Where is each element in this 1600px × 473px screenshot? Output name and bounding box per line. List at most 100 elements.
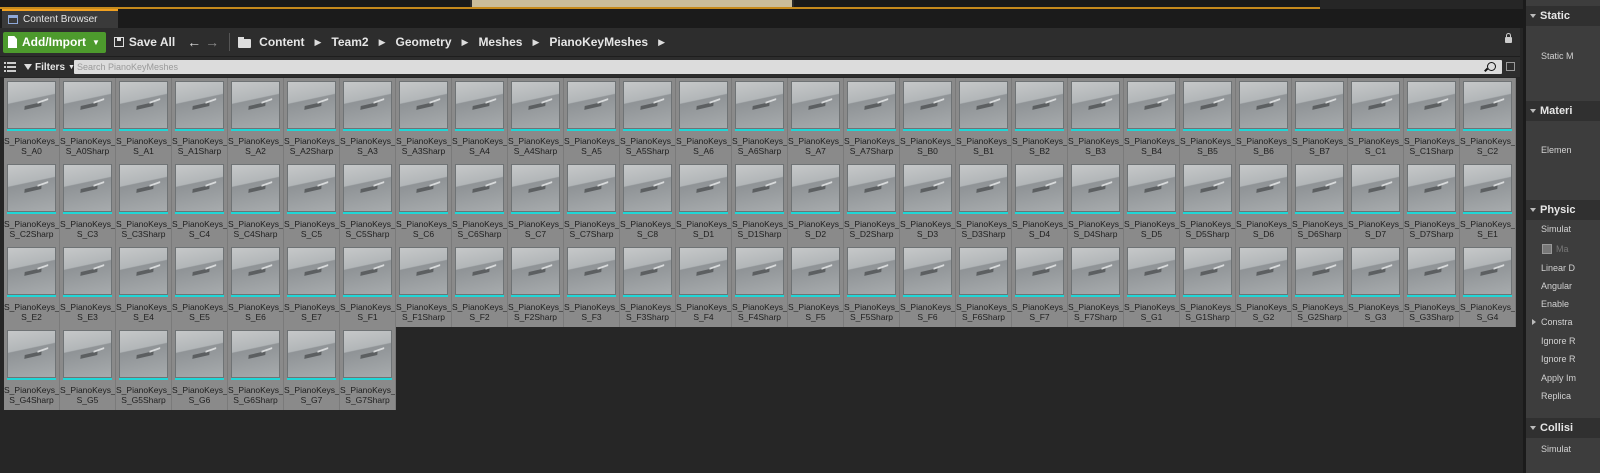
asset-tile[interactable]: S_PianoKeys_ S_F7	[1012, 244, 1068, 327]
asset-tile[interactable]: S_PianoKeys_ S_D5Sharp	[1180, 161, 1236, 244]
search-input[interactable]	[77, 60, 1467, 74]
asset-tile[interactable]: S_PianoKeys_ S_A3	[340, 78, 396, 161]
asset-tile[interactable]: S_PianoKeys_ S_A2	[228, 78, 284, 161]
add-import-button[interactable]: Add/Import ▼	[3, 31, 106, 53]
details-section-collision[interactable]: Collisi	[1526, 418, 1600, 438]
asset-tile[interactable]: S_PianoKeys_ S_A5Sharp	[620, 78, 676, 161]
asset-tile[interactable]: S_PianoKeys_ S_C4Sharp	[228, 161, 284, 244]
asset-tile[interactable]: S_PianoKeys_ S_C1Sharp	[1404, 78, 1460, 161]
breadcrumb-separator-icon[interactable]: ▶	[532, 37, 539, 48]
breadcrumb-separator-icon[interactable]: ▶	[462, 37, 469, 48]
asset-tile[interactable]: S_PianoKeys_ S_A0Sharp	[60, 78, 116, 161]
forward-arrow-icon[interactable]: →	[205, 34, 219, 50]
asset-tile[interactable]: S_PianoKeys_ S_F2Sharp	[508, 244, 564, 327]
breadcrumb-item[interactable]: PianoKeyMeshes	[549, 35, 648, 49]
asset-tile[interactable]: S_PianoKeys_ S_D6Sharp	[1292, 161, 1348, 244]
asset-tile[interactable]: S_PianoKeys_ S_D7	[1348, 161, 1404, 244]
asset-tile[interactable]: S_PianoKeys_ S_G4	[1460, 244, 1516, 327]
asset-tile[interactable]: S_PianoKeys_ S_D1	[676, 161, 732, 244]
asset-tile[interactable]: S_PianoKeys_ S_G6Sharp	[228, 327, 284, 410]
asset-tile[interactable]: S_PianoKeys_ S_D5	[1124, 161, 1180, 244]
asset-tile[interactable]: S_PianoKeys_ S_A0	[4, 78, 60, 161]
asset-tile[interactable]: S_PianoKeys_ S_F6	[900, 244, 956, 327]
asset-tile[interactable]: S_PianoKeys_ S_C4	[172, 161, 228, 244]
asset-tile[interactable]: S_PianoKeys_ S_F3	[564, 244, 620, 327]
breadcrumb-separator-icon[interactable]: ▶	[379, 37, 386, 48]
asset-tile[interactable]: S_PianoKeys_ S_B6	[1236, 78, 1292, 161]
asset-tile[interactable]: S_PianoKeys_ S_E4	[116, 244, 172, 327]
asset-tile[interactable]: S_PianoKeys_ S_G3	[1348, 244, 1404, 327]
asset-tile[interactable]: S_PianoKeys_ S_G4Sharp	[4, 327, 60, 410]
asset-tile[interactable]: S_PianoKeys_ S_F6Sharp	[956, 244, 1012, 327]
asset-tile[interactable]: S_PianoKeys_ S_C3Sharp	[116, 161, 172, 244]
asset-tile[interactable]: S_PianoKeys_ S_G1	[1124, 244, 1180, 327]
asset-tile[interactable]: S_PianoKeys_ S_A2Sharp	[284, 78, 340, 161]
asset-tile[interactable]: S_PianoKeys_ S_A1	[116, 78, 172, 161]
asset-tile[interactable]: S_PianoKeys_ S_E7	[284, 244, 340, 327]
asset-tile[interactable]: S_PianoKeys_ S_D4	[1012, 161, 1068, 244]
asset-tile[interactable]: S_PianoKeys_ S_D1Sharp	[732, 161, 788, 244]
asset-tile[interactable]: S_PianoKeys_ S_D7Sharp	[1404, 161, 1460, 244]
asset-tile[interactable]: S_PianoKeys_ S_G2Sharp	[1292, 244, 1348, 327]
breadcrumb-item[interactable]: Team2	[331, 35, 368, 49]
asset-tile[interactable]: S_PianoKeys_ S_E6	[228, 244, 284, 327]
asset-tile[interactable]: S_PianoKeys_ S_G5Sharp	[116, 327, 172, 410]
chevron-right-icon[interactable]	[1532, 319, 1536, 325]
asset-tile[interactable]: S_PianoKeys_ S_C6	[396, 161, 452, 244]
asset-tile[interactable]: S_PianoKeys_ S_B4	[1124, 78, 1180, 161]
back-arrow-icon[interactable]: ←	[187, 34, 201, 50]
asset-tile[interactable]: S_PianoKeys_ S_B7	[1292, 78, 1348, 161]
asset-tile[interactable]: S_PianoKeys_ S_F4	[676, 244, 732, 327]
asset-tile[interactable]: S_PianoKeys_ S_D2	[788, 161, 844, 244]
breadcrumb-item[interactable]: Meshes	[478, 35, 522, 49]
asset-tile[interactable]: S_PianoKeys_ S_A4	[452, 78, 508, 161]
save-all-button[interactable]: Save All	[113, 35, 175, 49]
asset-tile[interactable]: S_PianoKeys_ S_G1Sharp	[1180, 244, 1236, 327]
asset-tile[interactable]: S_PianoKeys_ S_F3Sharp	[620, 244, 676, 327]
asset-tile[interactable]: S_PianoKeys_ S_G3Sharp	[1404, 244, 1460, 327]
asset-tile[interactable]: S_PianoKeys_ S_A4Sharp	[508, 78, 564, 161]
asset-tile[interactable]: S_PianoKeys_ S_D3	[900, 161, 956, 244]
asset-tile[interactable]: S_PianoKeys_ S_A3Sharp	[396, 78, 452, 161]
asset-tile[interactable]: S_PianoKeys_ S_F7Sharp	[1068, 244, 1124, 327]
tab-content-browser[interactable]: Content Browser	[2, 9, 118, 28]
asset-tile[interactable]: S_PianoKeys_ S_A7Sharp	[844, 78, 900, 161]
asset-tile[interactable]: S_PianoKeys_ S_B0	[900, 78, 956, 161]
asset-tile[interactable]: S_PianoKeys_ S_E1	[1460, 161, 1516, 244]
asset-tile[interactable]: S_PianoKeys_ S_C2Sharp	[4, 161, 60, 244]
asset-tile[interactable]: S_PianoKeys_ S_B2	[1012, 78, 1068, 161]
asset-tile[interactable]: S_PianoKeys_ S_B1	[956, 78, 1012, 161]
asset-tile[interactable]: S_PianoKeys_ S_F5	[788, 244, 844, 327]
asset-tile[interactable]: S_PianoKeys_ S_D3Sharp	[956, 161, 1012, 244]
asset-tile[interactable]: S_PianoKeys_ S_G7	[284, 327, 340, 410]
asset-tile[interactable]: S_PianoKeys_ S_A6Sharp	[732, 78, 788, 161]
asset-tile[interactable]: S_PianoKeys_ S_A5	[564, 78, 620, 161]
asset-tile[interactable]: S_PianoKeys_ S_D4Sharp	[1068, 161, 1124, 244]
asset-tile[interactable]: S_PianoKeys_ S_B3	[1068, 78, 1124, 161]
asset-tile[interactable]: S_PianoKeys_ S_E5	[172, 244, 228, 327]
asset-tile[interactable]: S_PianoKeys_ S_C7Sharp	[564, 161, 620, 244]
asset-tile[interactable]: S_PianoKeys_ S_G6	[172, 327, 228, 410]
asset-tile[interactable]: S_PianoKeys_ S_E2	[4, 244, 60, 327]
breadcrumb-item[interactable]: Geometry	[395, 35, 451, 49]
asset-tile[interactable]: S_PianoKeys_ S_D2Sharp	[844, 161, 900, 244]
asset-tile[interactable]: S_PianoKeys_ S_B5	[1180, 78, 1236, 161]
asset-tile[interactable]: S_PianoKeys_ S_C7	[508, 161, 564, 244]
folder-icon[interactable]	[238, 36, 252, 48]
asset-tile[interactable]: S_PianoKeys_ S_D6	[1236, 161, 1292, 244]
breadcrumb-separator-icon[interactable]: ▶	[658, 37, 665, 48]
details-section-physics[interactable]: Physic	[1526, 200, 1600, 220]
details-section-materials[interactable]: Materi	[1526, 101, 1600, 121]
details-checkbox[interactable]	[1542, 244, 1552, 254]
sources-panel-toggle-icon[interactable]	[4, 61, 16, 73]
asset-tile[interactable]: S_PianoKeys_ S_C8	[620, 161, 676, 244]
asset-tile[interactable]: S_PianoKeys_ S_F5Sharp	[844, 244, 900, 327]
lock-icon[interactable]	[1505, 33, 1512, 43]
save-search-icon[interactable]	[1506, 62, 1515, 71]
search-icon[interactable]	[1487, 62, 1496, 71]
asset-tile[interactable]: S_PianoKeys_ S_C1	[1348, 78, 1404, 161]
asset-tile[interactable]: S_PianoKeys_ S_C2	[1460, 78, 1516, 161]
asset-tile[interactable]: S_PianoKeys_ S_E3	[60, 244, 116, 327]
breadcrumb-separator-icon[interactable]: ▶	[315, 37, 322, 48]
asset-tile[interactable]: S_PianoKeys_ S_F4Sharp	[732, 244, 788, 327]
